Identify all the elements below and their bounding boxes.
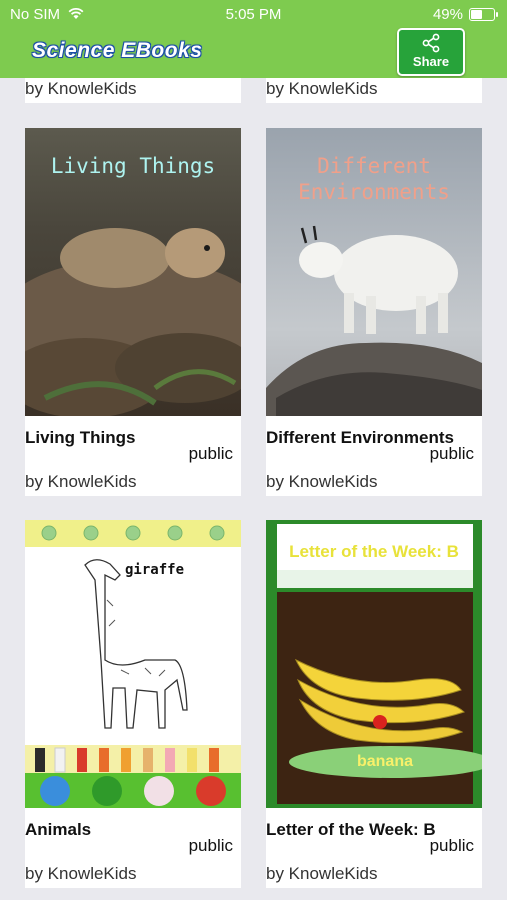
cover-label: giraffe (125, 562, 185, 578)
app-logo-title: Science EBooks (32, 39, 203, 62)
book-author: by KnowleKids (25, 472, 137, 491)
battery-percent: 49% (432, 6, 463, 23)
share-icon (422, 33, 440, 53)
battery-status: 49% (432, 6, 498, 23)
book-title: Different Environments (266, 428, 454, 447)
book-card-different-environments[interactable]: Different Environments Different Environ… (266, 128, 482, 496)
book-author: by KnowleKids (266, 864, 378, 883)
book-author: by KnowleKids (266, 79, 378, 98)
book-card-letter-of-the-week-b[interactable]: Letter of the Week: B banana Letter of t… (266, 520, 482, 888)
visibility-label: public (188, 836, 233, 855)
visibility-label: public (188, 444, 233, 463)
cover-title-line-2: Environments (298, 180, 450, 204)
visibility-label: public (429, 444, 474, 463)
book-card-living-things[interactable]: Living Things Living Things public by Kn… (25, 128, 241, 496)
book-author: by KnowleKids (25, 864, 137, 883)
cover-title: Living Things (50, 154, 216, 178)
book-cover-living-things[interactable]: Living Things (25, 128, 241, 416)
book-title: Letter of the Week: B (266, 820, 436, 839)
status-bar: No SIM 5:05 PM 49% (0, 0, 507, 28)
book-title: Living Things (25, 428, 136, 447)
share-button[interactable]: Share (397, 28, 465, 76)
book-card-partial-right[interactable]: by KnowleKids (266, 78, 482, 103)
book-cover-letter-of-the-week-b[interactable]: Letter of the Week: B banana (266, 520, 482, 808)
book-author: by KnowleKids (25, 79, 137, 98)
book-card-animals[interactable]: giraffe Animals public by KnowleKids (25, 520, 241, 888)
cover-caption: banana (356, 753, 413, 770)
book-title: Animals (25, 820, 92, 839)
book-author: by KnowleKids (266, 472, 378, 491)
visibility-label: public (429, 836, 474, 855)
cover-title-line-1: Different (317, 154, 431, 178)
clock: 5:05 PM (225, 6, 282, 23)
cover-title: Letter of the Week: B (289, 542, 459, 561)
book-card-partial-left[interactable]: by KnowleKids (25, 78, 241, 103)
book-cover-animals[interactable]: giraffe (25, 520, 241, 808)
book-cover-different-environments[interactable]: Different Environments (266, 128, 482, 416)
share-label: Share (412, 54, 450, 69)
nav-bar: Science EBooks Share (0, 28, 507, 78)
battery-icon (469, 8, 498, 21)
